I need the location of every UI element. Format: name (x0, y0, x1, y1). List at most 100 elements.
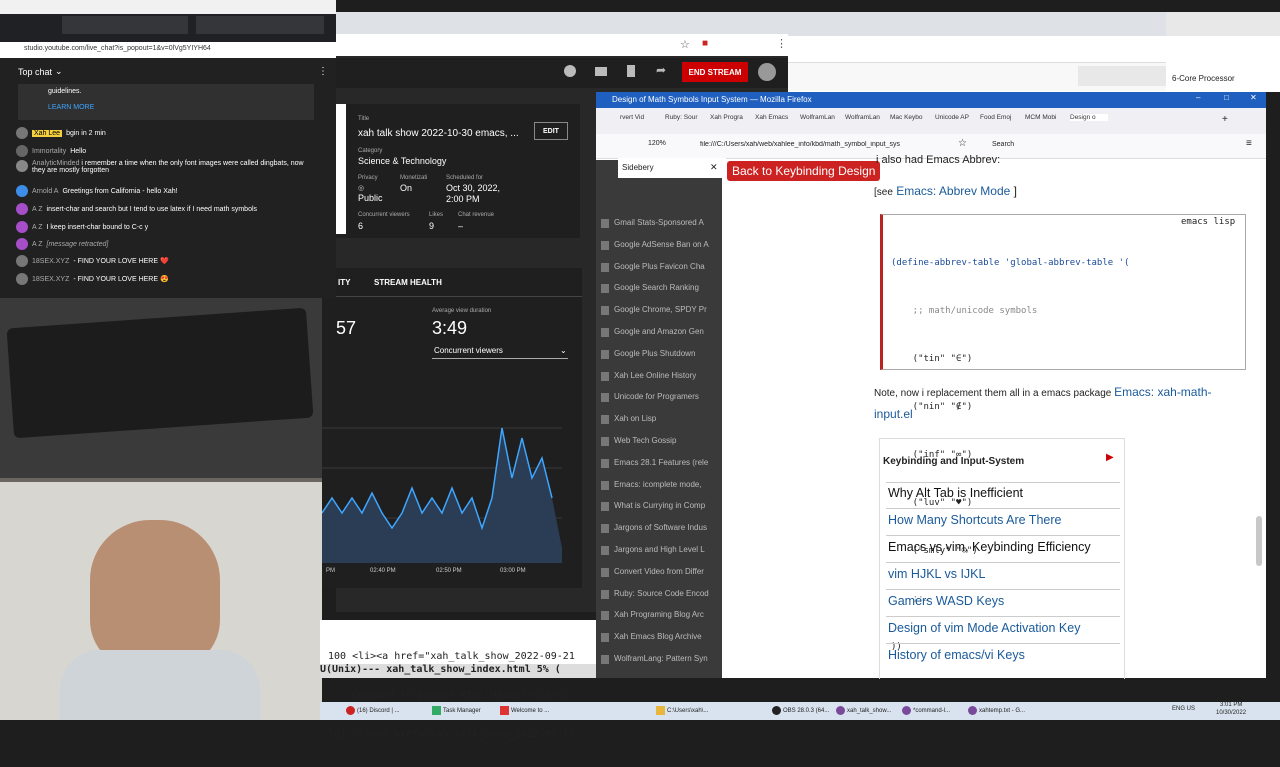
sidebar-item[interactable]: Google and Amazon Gen (614, 327, 718, 336)
page-icon (601, 306, 609, 316)
sidebar-item[interactable]: What is Currying in Comp (614, 501, 718, 510)
taskbar-item[interactable]: C:\Users\xah\... (656, 706, 708, 715)
chat-author[interactable]: A Z (32, 206, 43, 213)
share-icon[interactable]: ➦ (656, 63, 666, 77)
sidebar-item[interactable]: Ruby: Source Code Encod (614, 589, 718, 598)
chat-author[interactable]: Immortality (32, 148, 66, 155)
new-tab-icon[interactable]: + (1222, 114, 1228, 125)
tab[interactable]: Unicode AP (935, 114, 977, 121)
page-icon (601, 546, 609, 555)
sidebar-item[interactable]: Google Plus Favicon Cha (614, 262, 718, 271)
close-icon[interactable]: ✕ (1250, 93, 1257, 102)
page-icon (601, 524, 609, 534)
taskbar-item[interactable]: xahtemp.txt - G... (968, 706, 1025, 715)
kb-link[interactable]: How Many Shortcuts Are There (888, 513, 1061, 527)
kb-link[interactable]: Why Alt Tab is Inefficient (888, 486, 1023, 500)
chat-author[interactable]: Xah Lee (32, 129, 63, 137)
minimize-icon[interactable]: – (1196, 93, 1200, 102)
tab[interactable]: WolframLan (845, 114, 887, 121)
emacs-line: 100 <li><a href="xah_talk_show_2022-09-2… (328, 651, 575, 662)
sidebar-item[interactable]: Jargons and High Level L (614, 545, 718, 554)
chat-author[interactable]: AnalyticMinded (32, 160, 79, 167)
taskbar-item[interactable]: *command-l... (902, 706, 950, 715)
metric-dropdown[interactable]: Concurrent viewers (434, 346, 503, 355)
sidebar-item[interactable]: Emacs: icomplete mode, (614, 480, 718, 489)
tab-active[interactable]: Design o (1070, 114, 1108, 121)
maximize-icon[interactable]: □ (1224, 93, 1229, 102)
zoom-level[interactable]: 120% (648, 140, 666, 147)
extension-icon[interactable]: ■ (702, 38, 708, 49)
menu-icon[interactable]: ≡ (1246, 138, 1252, 149)
search-field[interactable]: Search (992, 141, 1014, 148)
edit-button[interactable]: EDIT (534, 122, 568, 140)
kb-link[interactable]: Gamers WASD Keys (888, 594, 1004, 608)
sidebar-item[interactable]: Emacs 28.1 Features (rele (614, 458, 718, 467)
back-link[interactable]: Back to Keybinding Design (727, 161, 881, 181)
x-tick-2: 02:50 PM (436, 568, 462, 574)
sidebar-item[interactable]: Google Search Ranking (614, 283, 718, 292)
sidebar-item[interactable]: Google AdSense Ban on A (614, 240, 718, 249)
tab[interactable]: Xah Emacs (755, 114, 797, 121)
chat-author[interactable]: Arnold A (32, 188, 58, 195)
chat-author[interactable]: 18SEX.XYZ (32, 276, 69, 283)
tab[interactable]: Mac Keybo (890, 114, 932, 121)
sidebar-item[interactable]: Convert Video from Differ (614, 567, 718, 576)
chevron-down-icon[interactable]: ⌄ (55, 66, 63, 77)
taskbar-item[interactable]: xah_talk_show... (836, 706, 891, 715)
kb-link[interactable]: vim HJKL vs IJKL (888, 567, 985, 581)
chat-author[interactable]: 18SEX.XYZ (32, 258, 69, 265)
url-field[interactable]: file:///C:/Users/xah/web/xahlee_info/kbd… (700, 141, 942, 148)
taskbar-item[interactable]: Task Manager (432, 706, 481, 715)
clock-time[interactable]: 3:01 PM (1220, 702, 1242, 708)
tab-activity[interactable]: ITY (338, 278, 350, 287)
kb-link[interactable]: History of emacs/vi Keys (888, 648, 1025, 662)
sidebar-item[interactable]: Web Tech Gossip (614, 436, 718, 445)
sidebar-item[interactable]: WolframLang: Pattern Syn (614, 654, 718, 663)
video-icon[interactable] (595, 67, 607, 76)
chat-message: Immortality Hello (16, 145, 86, 157)
chat-url[interactable]: studio.youtube.com/live_chat?is_popout=1… (24, 45, 211, 52)
sidebar-item[interactable]: Unicode for Programers (614, 392, 718, 401)
sidebar-item[interactable]: Xah Programing Blog Arc (614, 610, 718, 619)
clock-date[interactable]: 10/30/2022 (1216, 710, 1246, 716)
chat-author[interactable]: A Z (32, 241, 43, 248)
tab[interactable]: Ruby: Sour (665, 114, 707, 121)
star-icon[interactable]: ☆ (958, 138, 967, 149)
tab-stream-health[interactable]: STREAM HEALTH (374, 278, 442, 287)
learn-more-link[interactable]: LEARN MORE (48, 104, 94, 111)
star-icon[interactable]: ☆ (680, 38, 690, 51)
avatar (16, 145, 28, 157)
sidebar-item[interactable]: Google Plus Shutdown (614, 349, 718, 358)
taskbar-item[interactable]: Welcome to ... (500, 706, 549, 715)
sidebar-item[interactable]: Jargons of Software Indus (614, 523, 718, 532)
end-stream-button[interactable]: END STREAM (682, 62, 748, 82)
sidebar-item[interactable]: Xah on Lisp (614, 414, 718, 423)
sidebar-item[interactable]: Xah Emacs Blog Archive (614, 632, 718, 641)
menu-dots-icon[interactable]: ⋮ (776, 37, 787, 50)
chat-author[interactable]: A Z (32, 224, 43, 231)
chat-urlbar[interactable]: studio.youtube.com/live_chat?is_popout=1… (0, 42, 336, 58)
abbrev-mode-link[interactable]: Emacs: Abbrev Mode (896, 184, 1010, 198)
taskbar-item[interactable]: OBS 28.0.3 (64... (772, 706, 829, 715)
scrollbar[interactable] (1256, 516, 1262, 566)
sidebar-item[interactable]: Google Chrome, SPDY Pr (614, 305, 718, 314)
menu-dots-icon[interactable]: ⋮ (318, 66, 328, 77)
tab[interactable]: rvert Vid (620, 114, 662, 121)
avatar[interactable] (758, 63, 776, 81)
taskbar-item[interactable]: (16) Discord | ... (346, 706, 400, 715)
language-indicator[interactable]: ENG US (1172, 706, 1195, 712)
kb-link[interactable]: Design of vim Mode Activation Key (888, 621, 1080, 635)
chat-header[interactable]: Top chat (18, 67, 52, 77)
close-icon[interactable]: ✕ (710, 162, 718, 173)
chevron-down-icon[interactable]: ⌄ (560, 346, 567, 355)
bookmark-icon[interactable] (627, 65, 635, 77)
page-icon (601, 611, 609, 621)
dollar-icon[interactable] (564, 65, 576, 77)
sidebar-item[interactable]: Gmail Stats-Sponsored A (614, 218, 718, 227)
tab[interactable]: MCM Mobi (1025, 114, 1067, 121)
sidebar-item[interactable]: Xah Lee Online History (614, 371, 718, 380)
tab[interactable]: WolframLan (800, 114, 842, 121)
tab[interactable]: Food Emoj (980, 114, 1022, 121)
kb-link[interactable]: Emacs vs vim, Keybinding Efficiency (888, 540, 1091, 554)
tab[interactable]: Xah Progra (710, 114, 752, 121)
